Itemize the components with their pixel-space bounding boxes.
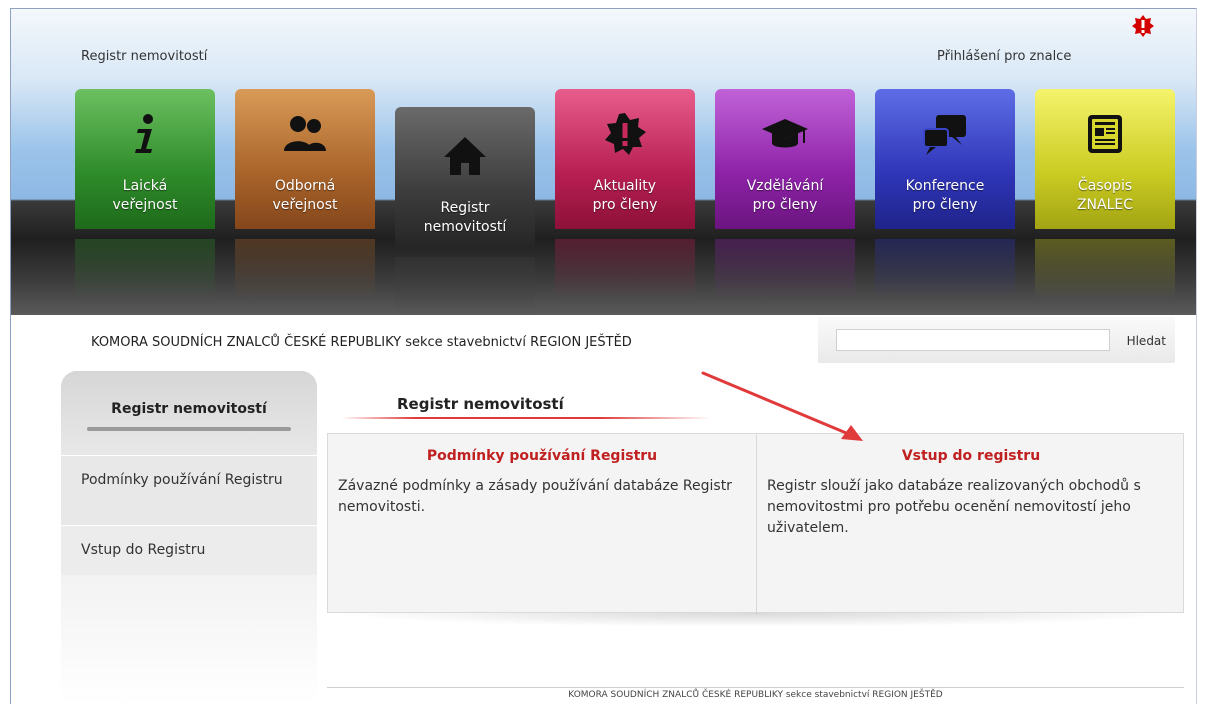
panel-enter-register-text: Registr slouží jako databáze realizovaný… [767,478,1141,536]
nav-tile-property-register[interactable]: Registr nemovitostí [395,107,535,317]
panel-terms: Podmínky používání Registru Závazné podm… [328,434,756,614]
newspaper-icon [1088,115,1122,153]
chat-bubbles-icon [923,115,966,155]
tile-label-line1: Aktuality [593,178,657,194]
tile-reflection [75,239,215,299]
search-input[interactable] [836,329,1110,351]
site-header: Registr nemovitostí Přihlášení pro znalc… [11,9,1196,317]
content-panels: Podmínky používání Registru Závazné podm… [327,433,1185,614]
title-underline [341,417,711,419]
tile-label-line1: Laická [122,178,168,194]
tile-label-line2: veřejnost [112,197,178,213]
tile-label-line2: ZNALEC [1076,197,1134,213]
tile-label-line2: veřejnost [272,197,338,213]
sidebar-item-terms[interactable]: Podmínky používání Registru [61,455,317,525]
panel-enter-register: Vstup do registru Registr slouží jako da… [757,434,1185,614]
tile-label-line2: pro členy [752,197,818,213]
graduation-cap-icon [762,119,808,148]
tile-reflection [1035,239,1175,299]
page-title: Registr nemovitostí [397,395,564,413]
tile-label-line1: Vzdělávání [746,178,824,194]
panel-terms-text: Závazné podmínky a zásady používání data… [338,478,732,515]
tile-reflection [395,257,535,317]
search-bar: Hledat [818,317,1175,363]
sidebar: Registr nemovitostí Podmínky používání R… [61,371,317,704]
sidebar-title: Registr nemovitostí [111,401,267,417]
tile-reflection [555,239,695,299]
nav-tile-lay-public[interactable]: Laická veřejnost [75,89,215,299]
nav-tile-conference-members[interactable]: Konference pro členy [875,89,1015,299]
search-button[interactable]: Hledat [1118,331,1166,351]
tile-label-line1: Odborná [274,178,336,194]
panel-shadow [327,613,1184,627]
info-icon [135,114,153,153]
tile-label-line2: nemovitostí [423,219,507,235]
organization-title: KOMORA SOUDNÍCH ZNALCŮ ČESKÉ REPUBLIKY s… [91,335,632,350]
panel-terms-link[interactable]: Podmínky používání Registru [338,448,746,464]
tile-label-line2: pro členy [592,197,658,213]
divider [87,427,291,431]
login-link[interactable]: Přihlášení pro znalce [937,49,1071,64]
tile-label-line2: pro členy [912,197,978,213]
tile-reflection [875,239,1015,299]
page-frame: Registr nemovitostí Přihlášení pro znalc… [10,8,1197,704]
people-icon [284,116,326,151]
nav-tile-education-members[interactable]: Vzdělávání pro členy [715,89,855,299]
nav-tile-professional-public[interactable]: Odborná veřejnost [235,89,375,299]
brand-link[interactable]: Registr nemovitostí [81,49,207,64]
nav-tile-journal[interactable]: Časopis ZNALEC [1035,89,1175,299]
tile-reflection [715,239,855,299]
alert-badge-icon [605,113,646,155]
divider [327,687,1184,688]
panel-enter-register-link[interactable]: Vstup do registru [767,448,1175,464]
tile-label-line1: Registr [440,200,490,216]
annotation-arrow-icon [701,371,863,441]
tile-label-line1: Časopis [1077,178,1133,194]
nav-tile-news-members[interactable]: Aktuality pro členy [555,89,695,299]
home-icon [444,137,486,175]
tile-label-line1: Konference [905,178,985,194]
sidebar-header: Registr nemovitostí [61,371,317,455]
alert-badge-icon[interactable] [1132,15,1154,37]
footer-text: KOMORA SOUDNÍCH ZNALCŮ ČESKÉ REPUBLIKY s… [568,690,943,700]
tile-reflection [235,239,375,299]
sidebar-item-enter-register[interactable]: Vstup do Registru [61,525,317,575]
